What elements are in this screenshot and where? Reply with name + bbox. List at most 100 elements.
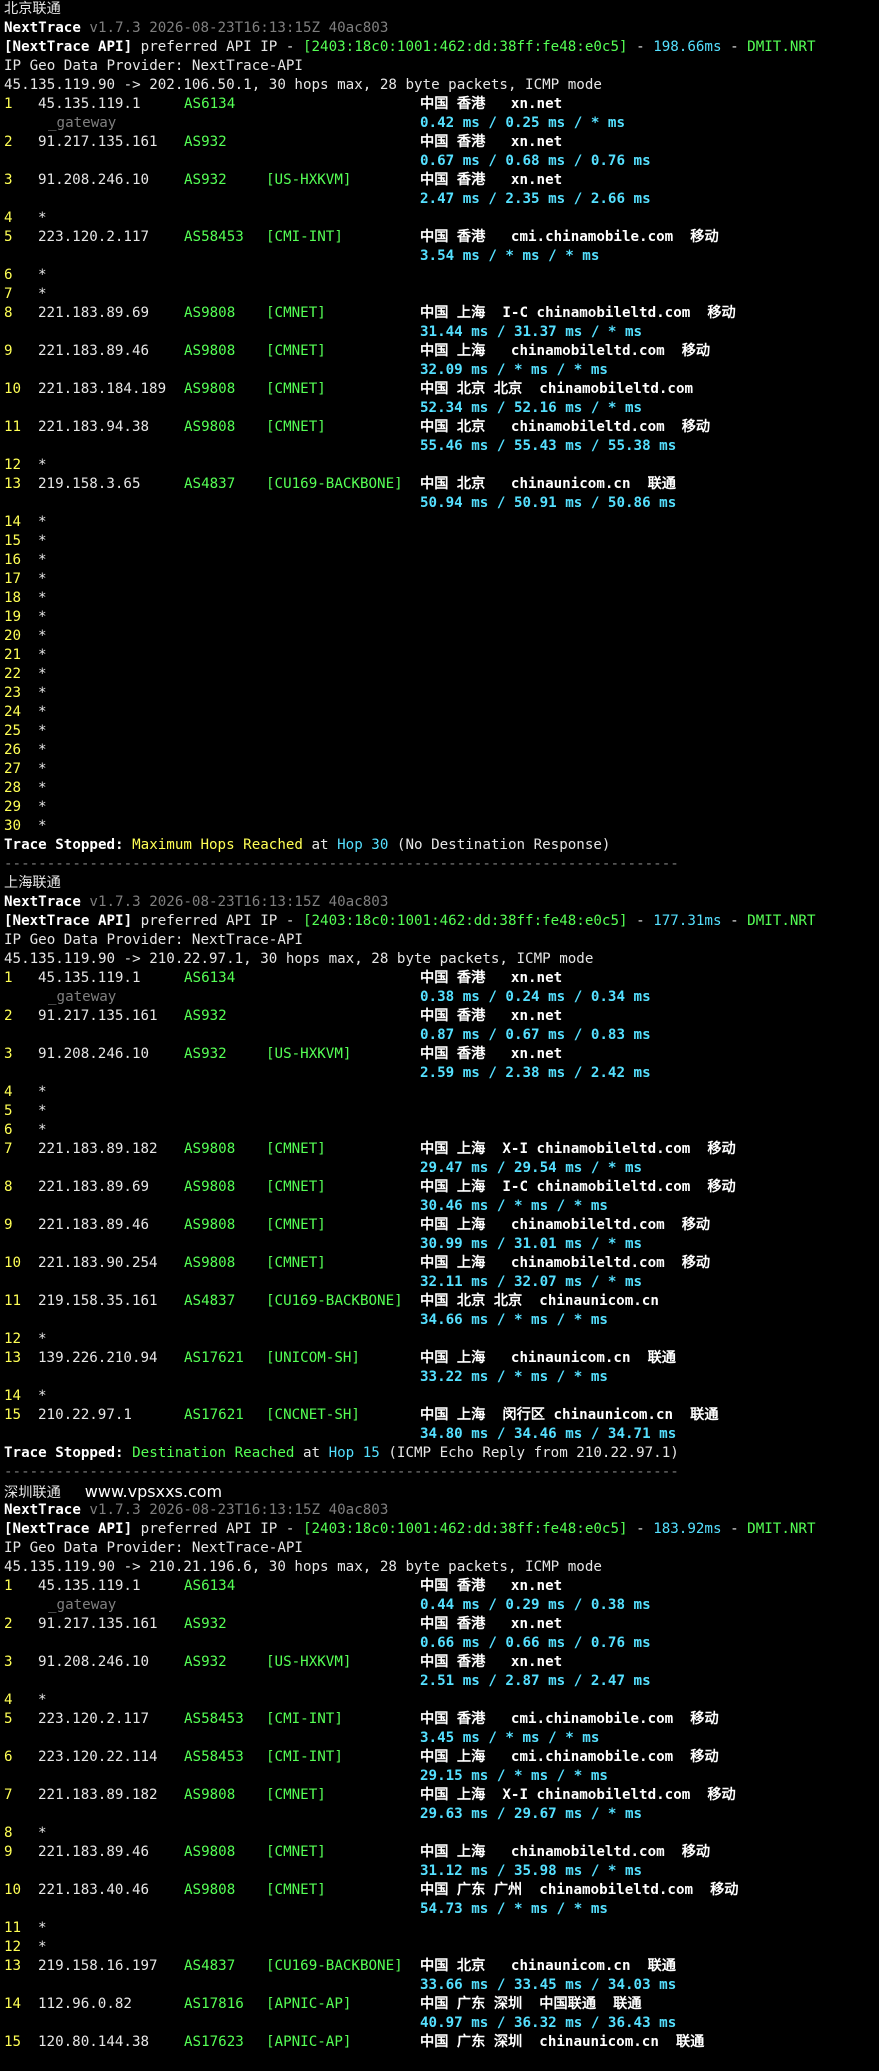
hop-tag: [CU169-BACKBONE] [266,1293,403,1309]
hop-rtt-row: 2.51 ms / 2.87 ms / 2.47 ms [4,1672,879,1691]
hop-ip: * [38,267,47,283]
hop-row: 5 * [4,1102,879,1121]
hop-ip: * [38,457,47,473]
hop-ip: 221.183.89.69 [38,305,150,321]
hop-number: 13 [4,1958,22,1974]
hop-ip: * [38,799,47,815]
hop-number: 3 [4,172,13,188]
route-text: 45.135.119.90 -> 210.21.196.6, 30 hops m… [4,1559,602,1575]
hop-row: 9 221.183.89.46 AS9808 [CMNET] 中国 上海 chinamo… [4,1843,879,1862]
hop-tag: [CMNET] [266,381,326,397]
route-line: 45.135.119.90 -> 202.106.50.1, 30 hops m… [4,76,879,95]
hop-rtt-row: 3.45 ms / * ms / * ms [4,1729,879,1748]
hop-asn: AS6134 [184,970,236,986]
hop-ip: 45.135.119.1 [38,96,141,112]
hop-ip: 120.80.144.38 [38,2034,150,2050]
hop-rtt-row: 31.12 ms / 35.98 ms / * ms [4,1862,879,1881]
hop-rtt: 55.46 ms / 55.43 ms / 55.38 ms [420,438,677,454]
hop-asn: AS6134 [184,96,236,112]
hop-ip: * [38,704,47,720]
hop-asn: AS17621 [184,1350,244,1366]
route-text: 45.135.119.90 -> 202.106.50.1, 30 hops m… [4,77,602,93]
hop-rtt-row: 50.94 ms / 50.91 ms / 50.86 ms [4,494,879,513]
api-tag: [NextTrace API] [4,913,133,929]
hop-ip: * [38,514,47,530]
hop-number: 4 [4,1084,13,1100]
api-rtt: 183.92ms [653,1521,722,1537]
hop-tag: [APNIC-AP] [266,2034,352,2050]
hop-ip: * [38,1084,47,1100]
hop-asn: AS9808 [184,1217,236,1233]
hop-geo: 中国 上海 X-I chinamobileltd.com 移动 [420,1141,736,1157]
hop-number: 11 [4,1293,22,1309]
hop-number: 20 [4,628,22,644]
hop-rtt-row: 40.97 ms / 36.32 ms / 36.43 ms [4,2014,879,2033]
hop-ip: * [38,571,47,587]
hop-rtt-row: 32.09 ms / * ms / * ms [4,361,879,380]
hop-ip: 221.183.89.46 [38,1217,150,1233]
provider-text: IP Geo Data Provider: NextTrace-API [4,932,303,948]
hop-number: 11 [4,419,22,435]
hop-asn: AS58453 [184,229,244,245]
hop-tag: [US-HXKVM] [266,1046,352,1062]
hop-rtt: 34.80 ms / 34.46 ms / 34.71 ms [420,1426,677,1442]
hop-rtt: 0.44 ms / 0.29 ms / 0.38 ms [420,1597,651,1613]
hop-number: 10 [4,381,22,397]
hop-rtt-row: 2.59 ms / 2.38 ms / 2.42 ms [4,1064,879,1083]
hop-geo: 中国 上海 cmi.chinamobile.com 移动 [420,1749,719,1765]
stop-prefix: Trace Stopped: [4,837,133,853]
hop-ip: * [38,590,47,606]
hop-ip: 91.217.135.161 [38,134,158,150]
route-line: 45.135.119.90 -> 210.22.97.1, 30 hops ma… [4,950,879,969]
hop-ip: * [38,1103,47,1119]
hop-ip: * [38,1939,47,1955]
hop-geo: 中国 北京 chinaunicom.cn 联通 [420,476,676,492]
hop-ip: 221.183.89.182 [38,1141,158,1157]
hop-asn: AS9808 [184,381,236,397]
hop-ip: * [38,723,47,739]
stop-prefix: Trace Stopped: [4,1445,133,1461]
hop-rtt: 2.47 ms / 2.35 ms / 2.66 ms [420,191,651,207]
hop-rtt-row: 2.47 ms / 2.35 ms / 2.66 ms [4,190,879,209]
hop-number: 7 [4,1787,13,1803]
hop-geo: 中国 北京 chinamobileltd.com 移动 [420,419,711,435]
section-title-text: 深圳联通 [4,1485,61,1501]
tool-version: v1.7.3 2026-08-23T16:13:15Z 40ac803 [80,20,389,36]
hop-ip: * [38,780,47,796]
tool-header: NextTrace v1.7.3 2026-08-23T16:13:15Z 40… [4,19,879,38]
hop-tag: [CMNET] [266,1141,326,1157]
hop-geo: 中国 香港 xn.net [420,1046,563,1062]
hop-ip: * [38,1920,47,1936]
hop-rtt: 50.94 ms / 50.91 ms / 50.86 ms [420,495,677,511]
api-text: preferred API IP - [132,39,303,55]
api-node: DMIT.NRT [747,1521,816,1537]
hop-geo: 中国 上海 X-I chinamobileltd.com 移动 [420,1787,736,1803]
hop-row: 18 * [4,589,879,608]
hop-asn: AS9808 [184,343,236,359]
hop-row: 20 * [4,627,879,646]
hop-rtt: 0.38 ms / 0.24 ms / 0.34 ms [420,989,651,1005]
hop-rtt: 2.51 ms / 2.87 ms / 2.47 ms [420,1673,651,1689]
hop-asn: AS9808 [184,1141,236,1157]
hop-tag: [CNCNET-SH] [266,1407,360,1423]
api-line: [NextTrace API] preferred API IP - [2403… [4,38,879,57]
hop-number: 1 [4,96,13,112]
hop-number: 16 [4,552,22,568]
hop-row: 10 221.183.184.189 AS9808 [CMNET] 中国 北京 北京 c… [4,380,879,399]
hop-rtt: 2.59 ms / 2.38 ms / 2.42 ms [420,1065,651,1081]
hop-geo: 中国 香港 cmi.chinamobile.com 移动 [420,1711,719,1727]
hop-ip: * [38,210,47,226]
hop-number: 1 [4,1578,13,1594]
hop-geo: 中国 上海 chinamobileltd.com 移动 [420,1844,711,1860]
stop-mid: at [294,1445,329,1461]
hop-ip: * [38,666,47,682]
hop-rtt: 33.22 ms / * ms / * ms [420,1369,608,1385]
hop-rtt: 32.11 ms / 32.07 ms / * ms [420,1274,643,1290]
hop-number: 9 [4,1217,13,1233]
hop-rtt: 29.63 ms / 29.67 ms / * ms [420,1806,643,1822]
hop-geo: 中国 上海 chinamobileltd.com 移动 [420,1255,711,1271]
hop-rtt: 40.97 ms / 36.32 ms / 36.43 ms [420,2015,677,2031]
hop-tag: [CMI-INT] [266,1749,343,1765]
hop-asn: AS9808 [184,1882,236,1898]
hop-rtt: 0.67 ms / 0.68 ms / 0.76 ms [420,153,651,169]
